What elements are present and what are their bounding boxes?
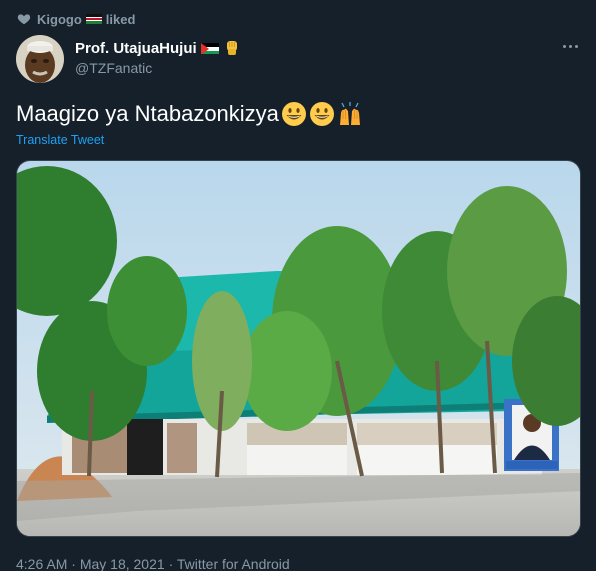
kenya-flag-icon xyxy=(85,14,102,25)
palestine-flag-icon xyxy=(200,42,219,54)
liked-label: liked xyxy=(105,11,136,27)
translate-tweet-link[interactable]: Translate Tweet xyxy=(16,133,104,147)
raised-fist-icon xyxy=(223,38,241,58)
more-dot-icon xyxy=(562,44,566,48)
social-context: Kigogo liked xyxy=(17,11,135,27)
more-dot-icon xyxy=(574,44,578,48)
tweet-source[interactable]: Twitter for Android xyxy=(177,556,290,571)
author-name-row[interactable]: Prof. UtajuaHujui xyxy=(75,38,241,58)
separator: · xyxy=(71,556,76,571)
tweet-photo[interactable] xyxy=(16,160,581,537)
raising-hands-icon xyxy=(339,102,360,125)
tweet-time[interactable]: 4:26 AM xyxy=(16,556,67,571)
social-context-text[interactable]: Kigogo liked xyxy=(37,12,135,27)
tweet-timestamp[interactable]: 4:26 AM · May 18, 2021 · Twitter for And… xyxy=(16,556,290,571)
more-options-button[interactable] xyxy=(560,39,580,53)
tweet-date[interactable]: May 18, 2021 xyxy=(80,556,165,571)
separator: · xyxy=(168,556,174,571)
avatar[interactable] xyxy=(16,35,64,83)
author-handle[interactable]: @TZFanatic xyxy=(75,60,152,76)
liker-name[interactable]: Kigogo xyxy=(37,12,82,27)
tweet-text: Maagizo ya Ntabazonkizya xyxy=(16,101,363,127)
display-name[interactable]: Prof. UtajuaHujui xyxy=(75,40,197,57)
more-dot-icon xyxy=(568,44,572,48)
tweet-text-content: Maagizo ya Ntabazonkizya xyxy=(16,101,279,126)
heart-icon xyxy=(17,14,31,25)
grinning-face-icon xyxy=(281,102,306,126)
photo-building-icon xyxy=(17,161,580,536)
grinning-face-icon xyxy=(309,102,334,126)
tweet-header: Prof. UtajuaHujui @TZFanatic xyxy=(16,35,580,83)
